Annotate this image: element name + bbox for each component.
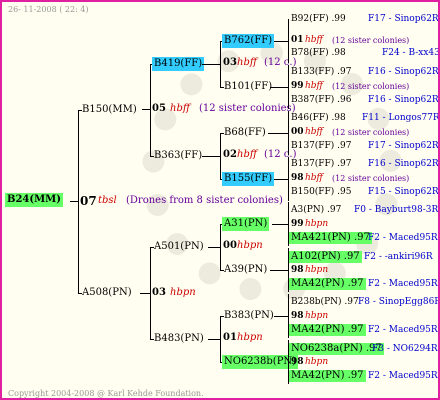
leaf-3-note: (12 sister colonies) [332, 128, 410, 137]
grandparent-queen-1[interactable]: B419(FF) [152, 57, 205, 71]
pedigree-page: 26- 11-2008 ( 22: 4) Copyright 2004-2008… [0, 0, 440, 400]
leaf-1-ref: F17 - Sinop62R [368, 14, 439, 24]
leaf-1-drone-queen[interactable]: B78(FF) .98 [291, 48, 346, 59]
grandparent-3-code: hbpn [237, 240, 263, 251]
great-grandparent-queen-2[interactable]: B101(FF) [222, 80, 274, 94]
leaf-4-generation: 98 [291, 173, 304, 183]
leaf-7-generation: 98 [291, 311, 304, 321]
leaf-3-ref: F11 - Longos77R [362, 113, 440, 123]
leaf-8-ref: F3 - NO6294R [372, 344, 438, 354]
grandparent-4-code: hbpn [237, 332, 263, 343]
leaf-2-drone-ref: F16 - Sinop62R [368, 95, 439, 105]
copyright-footer: Copyright 2004-2008 @ Karl Kehde Foundat… [8, 389, 204, 398]
leaf-5-drone-queen[interactable]: MA421(PN) .97 [289, 232, 372, 244]
great-grandparent-queen-4[interactable]: B155(FF) [222, 172, 275, 186]
leaf-2-code: hbff [305, 81, 323, 91]
leaf-8-generation: 98 [291, 357, 304, 367]
leaf-6-code: hbpn [305, 265, 329, 275]
leaf-5-generation: 99 [291, 219, 304, 229]
leaf-1-drone-ref: F24 - B-xx43 [382, 48, 440, 58]
leaf-6-drone-queen[interactable]: MA42(PN) .97 [289, 278, 366, 290]
root-queen[interactable]: B24(MM) [5, 193, 63, 207]
root-code: tbsl [98, 195, 117, 206]
grandparent-2-code: hbff [237, 149, 257, 160]
great-grandparent-queen-8[interactable]: NO6238b(PN) [222, 355, 299, 369]
great-grandparent-queen-1[interactable]: B762(FF) [222, 34, 275, 48]
leaf-8-drone-ref: F2 - Maced95R [368, 371, 438, 381]
grandparent-3-generation: 00 [223, 240, 237, 251]
leaf-2-queen[interactable]: B133(FF) .97 [291, 67, 351, 78]
leaf-3-generation: 00 [291, 127, 304, 137]
leaf-3-queen[interactable]: B46(FF) .98 [291, 113, 346, 124]
leaf-7-drone-queen[interactable]: MA42(PN) .97 [289, 324, 366, 336]
root-generation: 07 [80, 194, 97, 208]
print-date: 26- 11-2008 ( 22: 4) [8, 5, 89, 14]
leaf-1-generation: 01 [291, 35, 304, 45]
leaf-4-note: (12 sister colonies) [332, 174, 410, 183]
leaf-6-generation: 98 [291, 265, 304, 275]
grandparent-2-generation: 02 [223, 149, 237, 160]
leaf-6-drone-ref: F2 - Maced95R [368, 279, 438, 289]
grandparent-queen-4[interactable]: B483(PN) [152, 332, 206, 346]
leaf-8-drone-queen[interactable]: MA42(PN) .97 [289, 370, 366, 382]
leaf-4-queen[interactable]: B137(FF) .97 [291, 159, 351, 170]
leaf-7-ref: F8 - SinopEgg86R [358, 297, 440, 307]
leaf-7-queen[interactable]: B238b(PN) .97 [291, 297, 359, 308]
leaf-5-queen[interactable]: A3(PN) .97 [291, 205, 341, 216]
leaf-2-note: (12 sister colonies) [332, 82, 410, 91]
leaf-2-drone-queen[interactable]: B387(FF) .96 [291, 95, 351, 106]
grandparent-queen-2[interactable]: B363(FF) [152, 149, 204, 163]
leaf-3-code: hbff [305, 127, 323, 137]
leaf-7-code: hbpn [305, 311, 329, 321]
root-note: (Drones from 8 sister colonies) [126, 195, 283, 206]
parent-queen-2[interactable]: A508(PN) [80, 286, 134, 300]
leaf-5-drone-ref: F2 - Maced95R [368, 233, 438, 243]
leaf-5-code: hbpn [305, 219, 329, 229]
leaf-5-ref: F0 - Bayburt98-3R [354, 205, 439, 215]
leaf-3-drone-ref: F17 - Sinop62R [368, 141, 439, 151]
leaf-4-ref: F16 - Sinop62R [368, 159, 439, 169]
leaf-3-drone-queen[interactable]: B137(FF) .97 [291, 141, 351, 152]
leaf-1-queen[interactable]: B92(FF) .99 [291, 14, 346, 25]
leaf-4-drone-queen[interactable]: B150(FF) .95 [291, 187, 351, 198]
leaf-2-generation: 99 [291, 81, 304, 91]
parent-queen-1[interactable]: B150(MM) [80, 103, 139, 117]
grandparent-queen-3[interactable]: A501(PN) [152, 240, 206, 254]
great-grandparent-queen-7[interactable]: B383(PN) [222, 309, 276, 323]
leaf-6-queen[interactable]: A102(PN) .97 [289, 251, 362, 263]
leaf-8-queen[interactable]: NO6238a(PN) .97 [289, 343, 384, 355]
grandparent-1-generation: 03 [223, 57, 237, 68]
leaf-4-drone-ref: F15 - Sinop62R [368, 187, 439, 197]
great-grandparent-queen-5[interactable]: A31(PN) [222, 217, 270, 231]
great-grandparent-queen-3[interactable]: B68(FF) [222, 126, 268, 140]
great-grandparent-queen-6[interactable]: A39(PN) [222, 263, 269, 277]
leaf-6-ref: F2 - -ankiri96R [364, 252, 433, 262]
grandparent-1-code: hbff [237, 57, 257, 68]
leaf-1-code: hbff [305, 35, 323, 45]
leaf-4-code: hbff [305, 173, 323, 183]
parent-1-note: (12 sister colonies) [199, 103, 296, 114]
leaf-1-note: (12 sister colonies) [332, 36, 410, 45]
leaf-2-ref: F16 - Sinop62R [368, 67, 439, 77]
grandparent-4-generation: 01 [223, 332, 237, 343]
leaf-7-drone-ref: F2 - Maced95R [368, 325, 438, 335]
parent-1-code: hbff [170, 103, 190, 114]
parent-2-generation: 03 [152, 287, 166, 298]
parent-1-generation: 05 [152, 103, 166, 114]
parent-2-code: hbpn [170, 287, 196, 298]
leaf-8-code: hbpn [305, 357, 329, 367]
